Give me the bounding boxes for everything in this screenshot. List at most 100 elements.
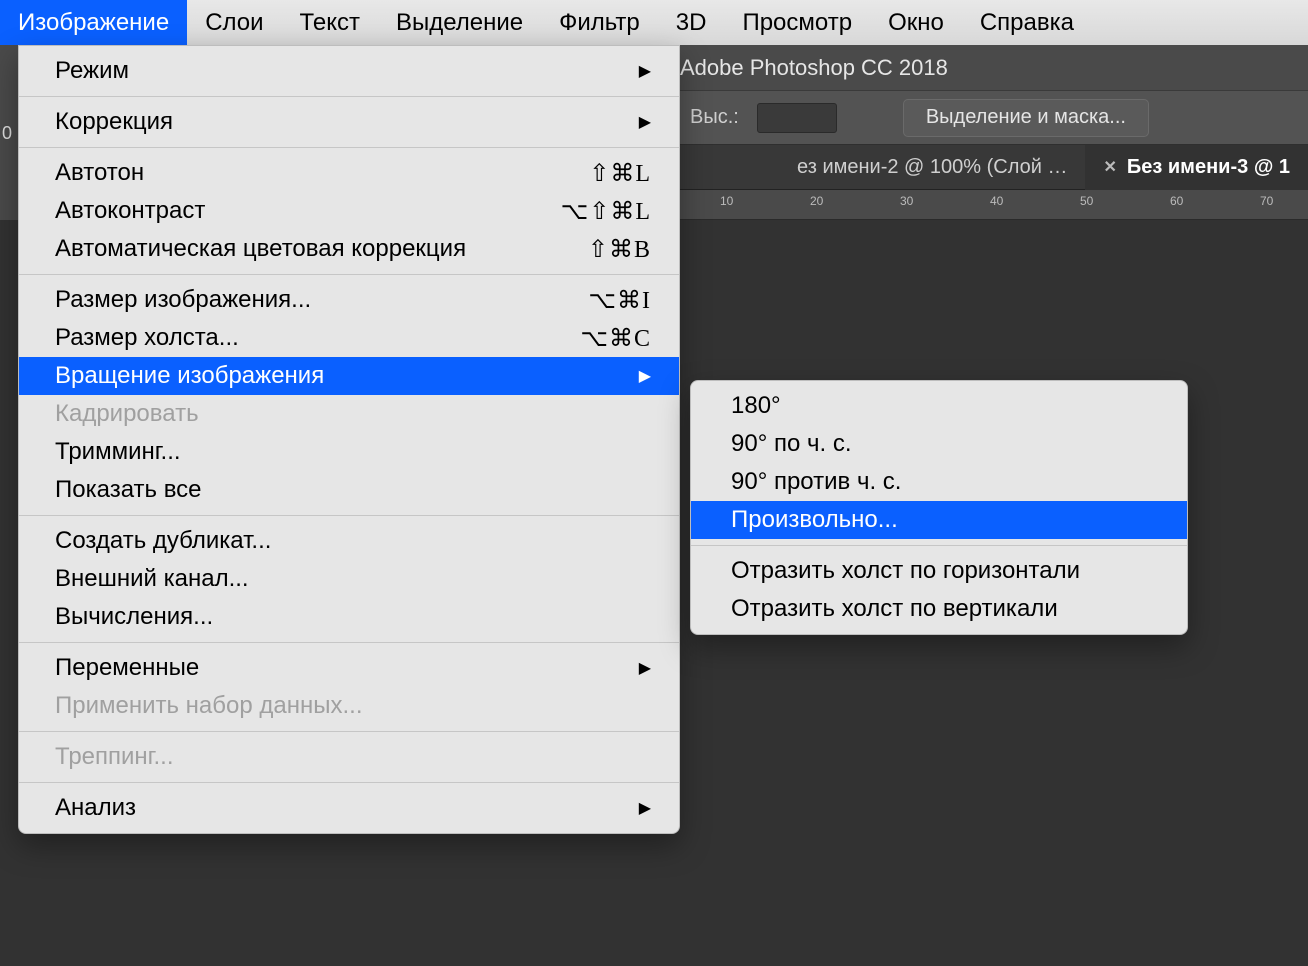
menu-item[interactable]: Создать дубликат... [19, 522, 679, 560]
menu-item-label: Вращение изображения [55, 362, 324, 390]
rotation-submenu: 180° 90° по ч. с. 90° против ч. с. Произвол… [690, 380, 1188, 635]
menu-item[interactable]: Переменные▶ [19, 649, 679, 687]
menu-item-label: Показать все [55, 476, 202, 504]
menu-item-shortcut: ⌥⇧⌘L [561, 197, 651, 226]
menu-label: Просмотр [742, 9, 852, 37]
submenu-arrow-icon: ▶ [639, 798, 651, 818]
menu-item[interactable]: Анализ ▶ [19, 789, 679, 827]
submenu-arrow-icon: ▶ [639, 112, 651, 132]
menu-item[interactable]: Отразить холст по вертикали [691, 590, 1187, 628]
menu-item[interactable]: 180° [691, 387, 1187, 425]
menu-separator [19, 147, 679, 148]
menu-item: Применить набор данных... [19, 687, 679, 725]
menu-label: Выделение [396, 9, 523, 37]
menu-item[interactable]: Режим ▶ [19, 52, 679, 90]
menu-item[interactable]: Тримминг... [19, 433, 679, 471]
menu-separator [19, 96, 679, 97]
select-and-mask-button[interactable]: Выделение и маска... [903, 99, 1149, 137]
menu-item-label: Коррекция [55, 108, 173, 136]
menu-item-label: Применить набор данных... [55, 692, 363, 720]
menu-item-shortcut: ⇧⌘L [589, 159, 651, 188]
close-icon[interactable]: ✕ [1103, 157, 1116, 177]
menu-window[interactable]: Окно [870, 0, 962, 45]
menu-item[interactable]: Вращение изображения ▶ [19, 357, 679, 395]
menu-item-label: Анализ [55, 794, 136, 822]
menu-item[interactable]: Отразить холст по горизонтали [691, 552, 1187, 590]
ruler-tick: 40 [990, 194, 1003, 208]
menu-item-label: Отразить холст по горизонтали [731, 557, 1080, 585]
menu-item[interactable]: Автоконтраст ⌥⇧⌘L [19, 192, 679, 230]
menu-item-label: Отразить холст по вертикали [731, 595, 1058, 623]
menu-item-label: Тримминг... [55, 438, 181, 466]
menu-help[interactable]: Справка [962, 0, 1092, 45]
menu-separator [19, 782, 679, 783]
menu-text[interactable]: Текст [282, 0, 378, 45]
ruler-tick: 50 [1080, 194, 1093, 208]
height-input[interactable] [757, 103, 837, 133]
menu-item[interactable]: Показать все [19, 471, 679, 509]
menu-label: 3D [676, 9, 707, 37]
tab-doc-2[interactable]: ез имени-2 @ 100% (Слой … [779, 145, 1085, 190]
tab-label: ез имени-2 @ 100% (Слой … [797, 156, 1067, 179]
submenu-arrow-icon: ▶ [639, 366, 651, 386]
menu-separator [691, 545, 1187, 546]
menu-layers[interactable]: Слои [187, 0, 281, 45]
menu-item-label: Размер холста... [55, 324, 239, 352]
menu-label: Текст [300, 9, 360, 37]
menu-item-label: Автоконтраст [55, 197, 205, 225]
menu-item-label: Размер изображения... [55, 286, 311, 314]
menu-select[interactable]: Выделение [378, 0, 541, 45]
ruler-tick: 60 [1170, 194, 1183, 208]
image-menu-dropdown: Режим ▶ Коррекция ▶ Автотон ⇧⌘L Автоконтраст ⌥⇧… [18, 45, 680, 834]
menu-separator [19, 274, 679, 275]
menu-filter[interactable]: Фильтр [541, 0, 658, 45]
menu-item: Треппинг... [19, 738, 679, 776]
menu-view[interactable]: Просмотр [724, 0, 870, 45]
menu-item[interactable]: 90° по ч. с. [691, 425, 1187, 463]
menubar: Изображение Слои Текст Выделение Фильтр … [0, 0, 1308, 45]
menu-item-label: 90° по ч. с. [731, 430, 851, 458]
menu-label: Справка [980, 9, 1074, 37]
menu-label: Окно [888, 9, 944, 37]
menu-label: Изображение [18, 9, 169, 37]
menu-item[interactable]: Коррекция ▶ [19, 103, 679, 141]
menu-item[interactable]: Размер изображения... ⌥⌘I [19, 281, 679, 319]
menu-item: Кадрировать [19, 395, 679, 433]
menu-item-shortcut: ⌥⌘I [588, 286, 651, 315]
submenu-arrow-icon: ▶ [639, 658, 651, 678]
app-title: Adobe Photoshop CC 2018 [680, 55, 948, 81]
menu-item[interactable]: Размер холста... ⌥⌘C [19, 319, 679, 357]
menu-item-label: Режим [55, 57, 129, 85]
menu-separator [19, 731, 679, 732]
ruler-tick: 20 [810, 194, 823, 208]
ruler-tick: 70 [1260, 194, 1273, 208]
ruler-tick: 30 [900, 194, 913, 208]
menu-item-shortcut: ⇧⌘B [588, 235, 651, 264]
menu-item[interactable]: Произвольно... [691, 501, 1187, 539]
menu-item-label: 90° против ч. с. [731, 468, 901, 496]
ruler-tick: 10 [720, 194, 733, 208]
menu-item[interactable]: 90° против ч. с. [691, 463, 1187, 501]
tab-doc-3[interactable]: ✕ Без имени-3 @ 1 [1085, 145, 1308, 190]
button-label: Выделение и маска... [926, 106, 1126, 129]
menu-image[interactable]: Изображение [0, 0, 187, 45]
menu-item-label: Произвольно... [731, 506, 898, 534]
menu-3d[interactable]: 3D [658, 0, 725, 45]
menu-item-shortcut: ⌥⌘C [580, 324, 651, 353]
submenu-arrow-icon: ▶ [639, 61, 651, 81]
height-label: Выс.: [690, 106, 739, 129]
menu-separator [19, 642, 679, 643]
menu-item-label: 180° [731, 392, 781, 420]
menu-item[interactable]: Вычисления... [19, 598, 679, 636]
menu-item[interactable]: Автотон ⇧⌘L [19, 154, 679, 192]
menu-item-label: Автоматическая цветовая коррекция [55, 235, 466, 263]
menu-label: Фильтр [559, 9, 640, 37]
menu-item[interactable]: Автоматическая цветовая коррекция ⇧⌘B [19, 230, 679, 268]
menu-item-label: Автотон [55, 159, 144, 187]
menu-item[interactable]: Внешний канал... [19, 560, 679, 598]
menu-item-label: Создать дубликат... [55, 527, 271, 555]
tab-label: Без имени-3 @ 1 [1127, 156, 1290, 179]
menu-item-label: Треппинг... [55, 743, 174, 771]
menu-separator [19, 515, 679, 516]
menu-item-label: Кадрировать [55, 400, 199, 428]
